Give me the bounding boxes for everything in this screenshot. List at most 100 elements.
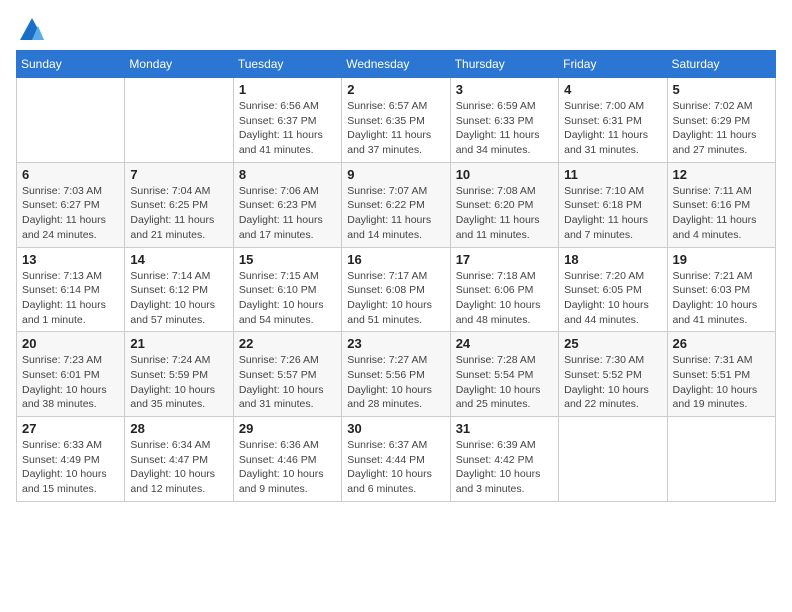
- calendar-cell: 5Sunrise: 7:02 AM Sunset: 6:29 PM Daylig…: [667, 78, 775, 163]
- day-info: Sunrise: 6:33 AM Sunset: 4:49 PM Dayligh…: [22, 438, 119, 497]
- calendar-cell: 1 Sunrise: 6:56 AM Sunset: 6:37 PM Daylig…: [233, 78, 341, 163]
- day-info: Sunrise: 7:06 AM Sunset: 6:23 PM Dayligh…: [239, 184, 336, 243]
- calendar-cell: 25 Sunrise: 7:30 AM Sunset: 5:52 PM Dayli…: [559, 332, 667, 417]
- calendar-header-sunday: Sunday: [17, 51, 125, 78]
- day-number: 27: [22, 421, 119, 436]
- day-info: Sunrise: 7:14 AM Sunset: 6:12 PM Dayligh…: [130, 269, 227, 328]
- day-number: 24: [456, 336, 553, 351]
- day-number: 12: [673, 167, 770, 182]
- day-number: 23: [347, 336, 444, 351]
- calendar: SundayMondayTuesdayWednesdayThursdayFrid…: [16, 50, 776, 502]
- logo-icon: [18, 16, 46, 44]
- day-number: 2: [347, 82, 444, 97]
- calendar-cell: [667, 417, 775, 502]
- calendar-header-friday: Friday: [559, 51, 667, 78]
- calendar-week-row: 20 Sunrise: 7:23 AM Sunset: 6:01 PM Dayli…: [17, 332, 776, 417]
- calendar-header-tuesday: Tuesday: [233, 51, 341, 78]
- day-number: 29: [239, 421, 336, 436]
- day-number: 15: [239, 252, 336, 267]
- day-number: 5: [673, 82, 770, 97]
- day-info: Sunrise: 7:11 AM Sunset: 6:16 PM Dayligh…: [673, 184, 770, 243]
- day-number: 7: [130, 167, 227, 182]
- calendar-cell: 31 Sunrise: 6:39 AM Sunset: 4:42 PM Dayli…: [450, 417, 558, 502]
- calendar-cell: 2 Sunrise: 6:57 AM Sunset: 6:35 PM Daylig…: [342, 78, 450, 163]
- calendar-cell: 3 Sunrise: 6:59 AM Sunset: 6:33 PM Daylig…: [450, 78, 558, 163]
- calendar-cell: 4 Sunrise: 7:00 AM Sunset: 6:31 PM Daylig…: [559, 78, 667, 163]
- calendar-cell: 11 Sunrise: 7:10 AM Sunset: 6:18 PM Dayli…: [559, 162, 667, 247]
- day-info: Sunrise: 6:56 AM Sunset: 6:37 PM Dayligh…: [239, 99, 336, 158]
- calendar-cell: 20 Sunrise: 7:23 AM Sunset: 6:01 PM Dayli…: [17, 332, 125, 417]
- day-number: 25: [564, 336, 661, 351]
- day-number: 10: [456, 167, 553, 182]
- calendar-cell: 21Sunrise: 7:24 AM Sunset: 5:59 PM Dayli…: [125, 332, 233, 417]
- day-number: 17: [456, 252, 553, 267]
- day-number: 26: [673, 336, 770, 351]
- calendar-cell: 18Sunrise: 7:20 AM Sunset: 6:05 PM Dayli…: [559, 247, 667, 332]
- day-info: Sunrise: 6:39 AM Sunset: 4:42 PM Dayligh…: [456, 438, 553, 497]
- day-number: 9: [347, 167, 444, 182]
- day-number: 8: [239, 167, 336, 182]
- day-info: Sunrise: 7:20 AM Sunset: 6:05 PM Dayligh…: [564, 269, 661, 328]
- calendar-header-thursday: Thursday: [450, 51, 558, 78]
- calendar-week-row: 1 Sunrise: 6:56 AM Sunset: 6:37 PM Daylig…: [17, 78, 776, 163]
- day-info: Sunrise: 7:18 AM Sunset: 6:06 PM Dayligh…: [456, 269, 553, 328]
- day-number: 4: [564, 82, 661, 97]
- day-number: 30: [347, 421, 444, 436]
- calendar-cell: 19 Sunrise: 7:21 AM Sunset: 6:03 PM Dayli…: [667, 247, 775, 332]
- calendar-cell: 17 Sunrise: 7:18 AM Sunset: 6:06 PM Dayli…: [450, 247, 558, 332]
- calendar-header-row: SundayMondayTuesdayWednesdayThursdayFrid…: [17, 51, 776, 78]
- logo: [16, 16, 46, 38]
- day-number: 3: [456, 82, 553, 97]
- day-number: 31: [456, 421, 553, 436]
- day-info: Sunrise: 6:59 AM Sunset: 6:33 PM Dayligh…: [456, 99, 553, 158]
- day-number: 22: [239, 336, 336, 351]
- day-number: 13: [22, 252, 119, 267]
- day-info: Sunrise: 7:03 AM Sunset: 6:27 PM Dayligh…: [22, 184, 119, 243]
- day-number: 20: [22, 336, 119, 351]
- calendar-week-row: 27 Sunrise: 6:33 AM Sunset: 4:49 PM Dayli…: [17, 417, 776, 502]
- day-info: Sunrise: 7:31 AM Sunset: 5:51 PM Dayligh…: [673, 353, 770, 412]
- calendar-header-monday: Monday: [125, 51, 233, 78]
- calendar-cell: [125, 78, 233, 163]
- day-info: Sunrise: 7:15 AM Sunset: 6:10 PM Dayligh…: [239, 269, 336, 328]
- page-header: [16, 16, 776, 38]
- day-number: 14: [130, 252, 227, 267]
- day-info: Sunrise: 7:27 AM Sunset: 5:56 PM Dayligh…: [347, 353, 444, 412]
- calendar-week-row: 13 Sunrise: 7:13 AM Sunset: 6:14 PM Dayli…: [17, 247, 776, 332]
- day-info: Sunrise: 7:30 AM Sunset: 5:52 PM Dayligh…: [564, 353, 661, 412]
- day-number: 19: [673, 252, 770, 267]
- day-info: Sunrise: 7:23 AM Sunset: 6:01 PM Dayligh…: [22, 353, 119, 412]
- day-info: Sunrise: 7:00 AM Sunset: 6:31 PM Dayligh…: [564, 99, 661, 158]
- calendar-week-row: 6 Sunrise: 7:03 AM Sunset: 6:27 PM Daylig…: [17, 162, 776, 247]
- day-info: Sunrise: 6:34 AM Sunset: 4:47 PM Dayligh…: [130, 438, 227, 497]
- day-number: 6: [22, 167, 119, 182]
- calendar-cell: 30 Sunrise: 6:37 AM Sunset: 4:44 PM Dayli…: [342, 417, 450, 502]
- day-info: Sunrise: 7:08 AM Sunset: 6:20 PM Dayligh…: [456, 184, 553, 243]
- calendar-cell: 29 Sunrise: 6:36 AM Sunset: 4:46 PM Dayli…: [233, 417, 341, 502]
- calendar-cell: 23 Sunrise: 7:27 AM Sunset: 5:56 PM Dayli…: [342, 332, 450, 417]
- calendar-cell: 10 Sunrise: 7:08 AM Sunset: 6:20 PM Dayli…: [450, 162, 558, 247]
- day-number: 16: [347, 252, 444, 267]
- day-info: Sunrise: 7:04 AM Sunset: 6:25 PM Dayligh…: [130, 184, 227, 243]
- day-info: Sunrise: 7:24 AM Sunset: 5:59 PM Dayligh…: [130, 353, 227, 412]
- day-info: Sunrise: 7:07 AM Sunset: 6:22 PM Dayligh…: [347, 184, 444, 243]
- day-info: Sunrise: 7:13 AM Sunset: 6:14 PM Dayligh…: [22, 269, 119, 328]
- calendar-cell: 24Sunrise: 7:28 AM Sunset: 5:54 PM Dayli…: [450, 332, 558, 417]
- calendar-cell: [559, 417, 667, 502]
- calendar-cell: 16 Sunrise: 7:17 AM Sunset: 6:08 PM Dayli…: [342, 247, 450, 332]
- day-info: Sunrise: 7:21 AM Sunset: 6:03 PM Dayligh…: [673, 269, 770, 328]
- calendar-cell: 15 Sunrise: 7:15 AM Sunset: 6:10 PM Dayli…: [233, 247, 341, 332]
- day-info: Sunrise: 6:37 AM Sunset: 4:44 PM Dayligh…: [347, 438, 444, 497]
- calendar-cell: 28Sunrise: 6:34 AM Sunset: 4:47 PM Dayli…: [125, 417, 233, 502]
- calendar-cell: [17, 78, 125, 163]
- day-info: Sunrise: 6:36 AM Sunset: 4:46 PM Dayligh…: [239, 438, 336, 497]
- day-info: Sunrise: 6:57 AM Sunset: 6:35 PM Dayligh…: [347, 99, 444, 158]
- day-number: 1: [239, 82, 336, 97]
- day-info: Sunrise: 7:17 AM Sunset: 6:08 PM Dayligh…: [347, 269, 444, 328]
- calendar-cell: 6 Sunrise: 7:03 AM Sunset: 6:27 PM Daylig…: [17, 162, 125, 247]
- day-number: 11: [564, 167, 661, 182]
- day-info: Sunrise: 7:10 AM Sunset: 6:18 PM Dayligh…: [564, 184, 661, 243]
- calendar-header-saturday: Saturday: [667, 51, 775, 78]
- calendar-cell: 9 Sunrise: 7:07 AM Sunset: 6:22 PM Daylig…: [342, 162, 450, 247]
- calendar-cell: 22Sunrise: 7:26 AM Sunset: 5:57 PM Dayli…: [233, 332, 341, 417]
